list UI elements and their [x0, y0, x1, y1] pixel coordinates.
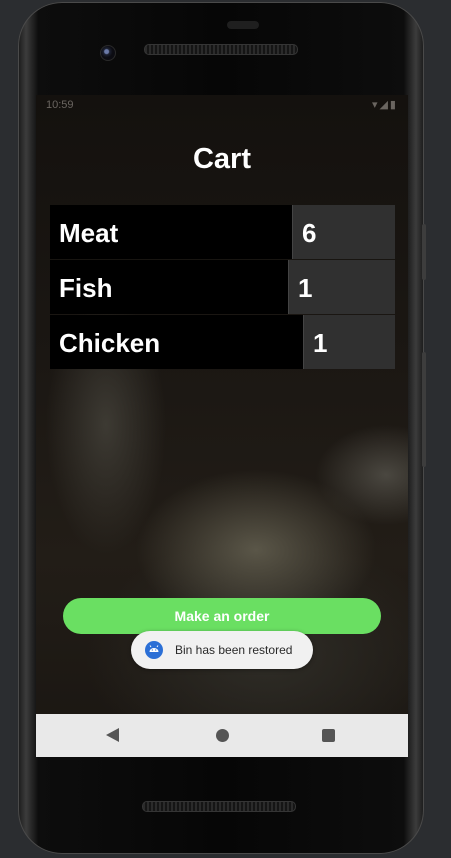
page-title: Cart: [192, 143, 251, 175]
cart-item-name: Chicken: [50, 315, 303, 369]
cart-item-quantity[interactable]: 6: [292, 205, 395, 259]
volume-button: [422, 224, 426, 280]
cart-row-chicken[interactable]: Chicken 1: [50, 315, 395, 369]
cart-row-meat[interactable]: Meat 6: [50, 205, 395, 259]
navigation-bar: [36, 714, 408, 757]
status-time: 10:59: [46, 99, 74, 111]
status-bar: 10:59 ▾◢▮: [36, 95, 408, 117]
recents-icon[interactable]: [322, 729, 335, 742]
top-speaker: [144, 44, 298, 55]
status-icons: ▾◢▮: [371, 99, 398, 111]
bottom-speaker: [142, 801, 296, 812]
top-sensor: [227, 21, 259, 29]
cart-list: Meat 6 Fish 1 Chicken 1: [50, 205, 395, 370]
toast-message: Bin has been restored: [131, 631, 313, 669]
toast-text: Bin has been restored: [175, 643, 293, 657]
make-order-button[interactable]: Make an order: [63, 598, 381, 634]
android-icon: [145, 641, 163, 659]
cart-item-quantity[interactable]: 1: [288, 260, 395, 314]
cart-item-name: Meat: [50, 205, 292, 259]
cart-row-fish[interactable]: Fish 1: [50, 260, 395, 314]
front-camera: [100, 45, 116, 61]
cart-item-quantity[interactable]: 1: [303, 315, 395, 369]
app-screen: 10:59 ▾◢▮ Cart Meat 6 Fish 1 Chicken 1 M…: [36, 95, 408, 757]
home-icon[interactable]: [216, 729, 229, 742]
cart-item-name: Fish: [50, 260, 288, 314]
back-icon[interactable]: [106, 728, 119, 742]
power-button: [422, 352, 426, 467]
